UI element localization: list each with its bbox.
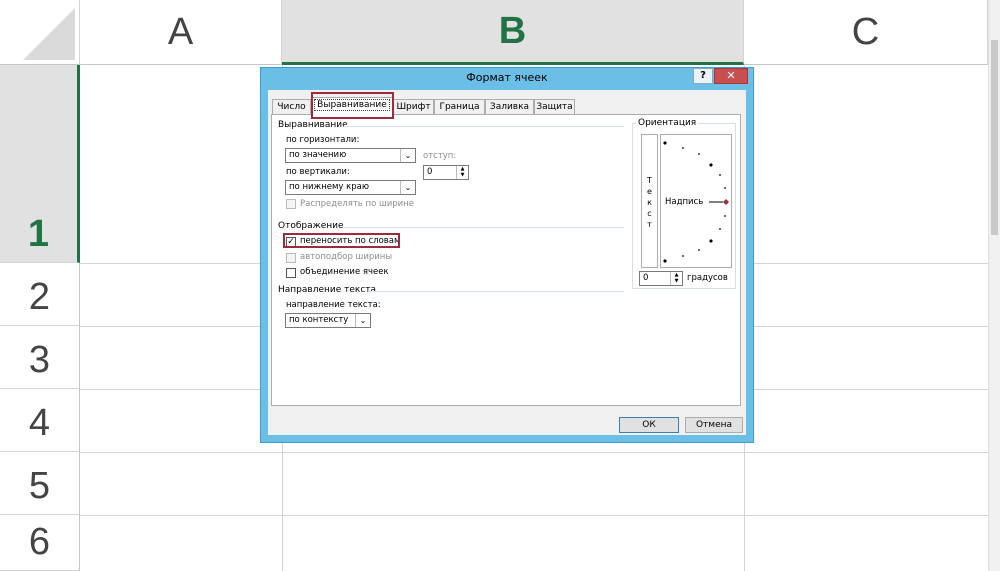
chevron-down-icon: ⌄ — [400, 149, 415, 162]
tab-protection[interactable]: Защита — [534, 99, 575, 114]
merge-cells-label: объединение ячеек — [300, 267, 389, 277]
degrees-spinner[interactable]: 0 ▲ ▼ — [639, 271, 683, 286]
ok-button[interactable]: ОК — [619, 417, 679, 433]
cancel-button[interactable]: Отмена — [685, 417, 743, 433]
help-button[interactable]: ? — [693, 68, 713, 84]
horizontal-select-value: по значению — [289, 150, 347, 160]
horizontal-label: по горизонтали: — [286, 135, 360, 145]
distribute-label: Распределять по ширине — [300, 199, 414, 209]
shrink-to-fit-label: автоподбор ширины — [300, 252, 393, 262]
row-header-6[interactable]: 6 — [0, 515, 80, 571]
row-header-1[interactable]: 1 — [0, 65, 80, 263]
vertical-text-letter: е — [647, 187, 652, 196]
display-section-title: Отображение — [278, 221, 344, 231]
direction-section-title: Направление текста — [278, 285, 377, 295]
horizontal-select[interactable]: по значению ⌄ — [285, 148, 416, 163]
direction-label: направление текста: — [286, 300, 381, 310]
tab-fill[interactable]: Заливка — [485, 99, 534, 114]
vertical-text-button[interactable]: Т е к с т — [641, 134, 658, 268]
vertical-text-letter: т — [647, 220, 652, 229]
degrees-value: 0 — [643, 273, 649, 283]
alignment-panel: Выравнивание по горизонтали: по значению… — [271, 114, 741, 406]
orientation-group: Ориентация Т е к с т Надпись 0 ▲ ▼ граду… — [632, 118, 736, 289]
direction-select-value: по контексту — [289, 315, 349, 325]
tab-number[interactable]: Число — [272, 99, 311, 114]
vertical-label: по вертикали: — [286, 167, 350, 177]
column-header-c[interactable]: C — [744, 0, 988, 65]
direction-select[interactable]: по контексту ⌄ — [285, 313, 371, 328]
row-header-2[interactable]: 2 — [0, 263, 80, 326]
orientation-dial-label: Надпись — [665, 197, 704, 207]
chevron-down-icon: ⌄ — [355, 314, 370, 327]
row-header-5[interactable]: 5 — [0, 452, 80, 515]
column-header-a[interactable]: A — [80, 0, 282, 65]
tab-highlight-box — [311, 92, 394, 119]
alignment-section-title: Выравнивание — [278, 120, 348, 130]
vertical-select-value: по нижнему краю — [289, 182, 370, 192]
vertical-select[interactable]: по нижнему краю ⌄ — [285, 180, 416, 195]
indent-spinner[interactable]: 0 ▲ ▼ — [423, 165, 469, 180]
vertical-scrollbar[interactable] — [988, 0, 1000, 571]
indent-label: отступ: — [423, 151, 457, 161]
grid-line — [80, 452, 988, 453]
scrollbar-thumb[interactable] — [991, 40, 998, 235]
dialog-client-area: Число Выравнивание Шрифт Граница Заливка… — [268, 90, 746, 435]
orientation-dial[interactable]: Надпись — [660, 134, 732, 268]
vertical-text-letter: к — [647, 198, 652, 207]
section-divider — [344, 227, 624, 228]
select-all-triangle-icon — [23, 8, 75, 60]
chevron-down-icon: ⌄ — [400, 181, 415, 194]
distribute-checkbox[interactable] — [286, 199, 296, 209]
row-header-4[interactable]: 4 — [0, 389, 80, 452]
row-header-3[interactable]: 3 — [0, 326, 80, 389]
format-cells-dialog: Формат ячеек ? ✕ Число Выравнивание Шриф… — [260, 67, 754, 443]
section-divider — [344, 126, 624, 127]
spinner-arrows-icon[interactable]: ▲ ▼ — [670, 272, 682, 285]
spinner-arrows-icon[interactable]: ▲ ▼ — [456, 166, 468, 179]
close-button[interactable]: ✕ — [714, 68, 748, 84]
dialog-title: Формат ячеек — [466, 71, 548, 84]
column-header-b[interactable]: B — [282, 0, 744, 65]
tab-border[interactable]: Граница — [434, 99, 485, 114]
vertical-text-letter: с — [647, 209, 652, 218]
section-divider — [368, 291, 624, 292]
degrees-label: градусов — [687, 273, 728, 283]
grid-line — [80, 515, 988, 516]
select-all-corner[interactable] — [0, 0, 80, 65]
orientation-title: Ориентация — [636, 118, 699, 128]
wrap-text-highlight-box — [283, 233, 400, 248]
vertical-text-letters: Т е к с т — [642, 175, 657, 230]
tab-font[interactable]: Шрифт — [393, 99, 434, 114]
shrink-to-fit-checkbox[interactable] — [286, 253, 296, 263]
vertical-text-letter: Т — [647, 176, 652, 185]
merge-cells-checkbox[interactable] — [286, 268, 296, 278]
indent-value: 0 — [427, 167, 433, 177]
